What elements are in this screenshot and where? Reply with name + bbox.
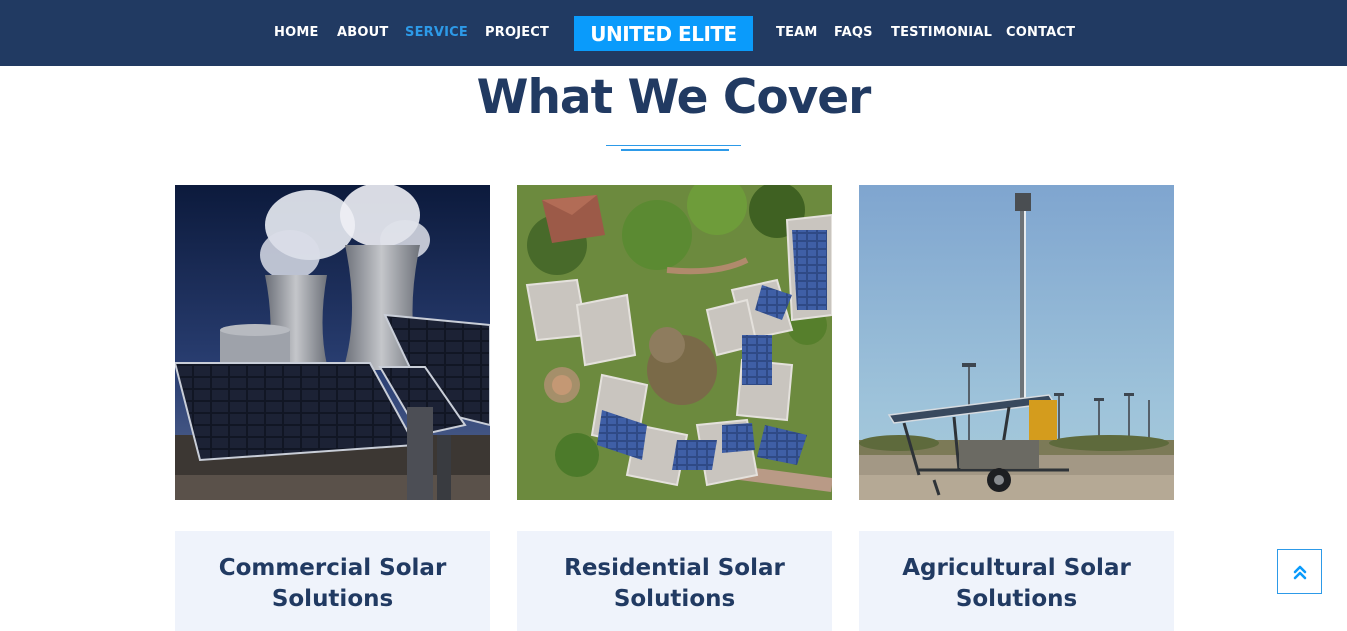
nav-service-link[interactable]: SERVICE	[405, 25, 468, 40]
main-navbar: HOME ABOUT SERVICE PROJECT UNITED ELITE …	[0, 0, 1347, 66]
card-title: Commercial Solar Solutions	[218, 555, 447, 612]
power-plant-solar-panels-photo	[175, 185, 490, 500]
commercial-solar-image[interactable]	[175, 185, 490, 500]
section-title: What We Cover	[476, 70, 872, 125]
solar-trailer-light-tower-photo	[859, 185, 1174, 500]
double-chevron-up-icon	[1293, 565, 1306, 579]
nav-about-link[interactable]: ABOUT	[337, 25, 388, 40]
commercial-solar-card[interactable]: Commercial Solar Solutions	[175, 531, 490, 631]
nav-faqs-link[interactable]: FAQS	[834, 25, 873, 40]
aerial-rooftop-solar-homes-photo	[517, 185, 832, 500]
residential-solar-card[interactable]: Residential Solar Solutions	[517, 531, 832, 631]
agricultural-solar-card[interactable]: Agricultural Solar Solutions	[859, 531, 1174, 631]
nav-team-link[interactable]: TEAM	[776, 25, 818, 40]
card-title: Agricultural Solar Solutions	[902, 555, 1131, 612]
brand-logo[interactable]: UNITED ELITE	[574, 16, 753, 51]
card-title: Residential Solar Solutions	[564, 555, 785, 612]
nav-contact-link[interactable]: CONTACT	[1006, 25, 1075, 40]
title-divider	[606, 145, 741, 146]
nav-home-link[interactable]: HOME	[274, 25, 319, 40]
title-divider-underline	[621, 149, 729, 151]
nav-project-link[interactable]: PROJECT	[485, 25, 549, 40]
agricultural-solar-image[interactable]	[859, 185, 1174, 500]
scroll-to-top-button[interactable]	[1277, 549, 1322, 594]
nav-testimonial-link[interactable]: TESTIMONIAL	[891, 25, 992, 40]
residential-solar-image[interactable]	[517, 185, 832, 500]
